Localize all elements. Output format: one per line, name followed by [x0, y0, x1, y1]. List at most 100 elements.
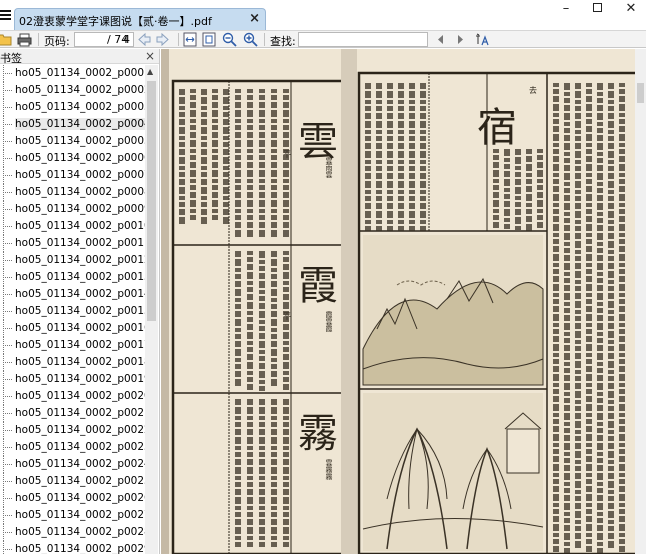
toolbar-separator: [264, 33, 265, 46]
zoom-out-icon[interactable]: [222, 32, 237, 47]
scanned-page-right: 宿 去: [357, 49, 639, 554]
bookmark-label: ho05_01134_0002_p0009.jpg: [15, 203, 145, 215]
find-previous-icon[interactable]: [436, 32, 446, 47]
title-bar: 02澄衷蒙学堂字课图说【贰·卷一】.pdf × – ✕: [0, 0, 646, 30]
previous-page-icon[interactable]: [137, 32, 152, 47]
scrollbar-thumb[interactable]: [637, 83, 644, 103]
bookmark-item[interactable]: ho05_01134_0002_p0012.jpg: [0, 252, 145, 269]
page-total: / 74: [107, 33, 129, 46]
bookmark-label: ho05_01134_0002_p0010.jpg: [15, 220, 145, 232]
headword-wu: 霧: [298, 411, 338, 457]
bookmark-item[interactable]: ho05_01134_0002_p0023.jpg: [0, 439, 145, 456]
bookmark-label: ho05_01134_0002_p0026.jpg: [15, 492, 145, 504]
bookmark-item[interactable]: ho05_01134_0002_p0005.jpg: [0, 133, 145, 150]
fit-width-icon[interactable]: [183, 32, 197, 47]
menu-icon[interactable]: [0, 10, 11, 20]
left-page-scan: 雲 霞 霧 平 平 去 雲雨雲 霞雲霞 雲霧霧: [171, 79, 351, 554]
document-tab-title: 02澄衷蒙学堂字课图说【贰·卷一】.pdf: [19, 15, 212, 28]
bookmark-label: ho05_01134_0002_p0015.jpg: [15, 305, 145, 317]
tab-close-icon[interactable]: ×: [249, 11, 260, 26]
bookmark-item[interactable]: ho05_01134_0002_p0019.jpg: [0, 371, 145, 388]
page-label: 页码:: [44, 35, 70, 48]
bookmark-item[interactable]: ho05_01134_0002_p0002.jpg: [0, 82, 145, 99]
pdf-reader-window: 02澄衷蒙学堂字课图说【贰·卷一】.pdf × – ✕ 页码: 4 / 74 查…: [0, 0, 646, 554]
bookmark-label: ho05_01134_0002_p0006.jpg: [15, 152, 145, 164]
minimize-button[interactable]: –: [551, 0, 581, 18]
bookmark-item[interactable]: ho05_01134_0002_p0029.jpg: [0, 541, 145, 554]
toolbar-separator: [178, 33, 179, 46]
find-input[interactable]: [298, 32, 428, 47]
tone-mark: 去: [529, 85, 537, 95]
bookmark-label: ho05_01134_0002_p0025.jpg: [15, 475, 145, 487]
bookmark-item[interactable]: ho05_01134_0002_p0011.jpg: [0, 235, 145, 252]
bookmark-label: ho05_01134_0002_p0016.jpg: [15, 322, 145, 334]
bookmark-item[interactable]: ho05_01134_0002_p0027.jpg: [0, 507, 145, 524]
bookmark-item[interactable]: ho05_01134_0002_p0001.jpg: [0, 65, 145, 82]
bookmark-item[interactable]: ho05_01134_0002_p0017.jpg: [0, 337, 145, 354]
bookmark-item[interactable]: ho05_01134_0002_p0024.jpg: [0, 456, 145, 473]
variant-forms-wu: 雲霧霧: [325, 459, 333, 481]
bookmark-item[interactable]: ho05_01134_0002_p0004.jpg: [0, 116, 145, 133]
illustration-mountains: [362, 235, 544, 386]
match-case-icon[interactable]: [474, 32, 490, 47]
bookmarks-panel: 书签 × ho05_01134_0002_p0001.jpgho05_01134…: [0, 49, 160, 554]
bookmark-item[interactable]: ho05_01134_0002_p0003.jpg: [0, 99, 145, 116]
headword-su: 宿: [477, 105, 517, 151]
bookmark-item[interactable]: ho05_01134_0002_p0021.jpg: [0, 405, 145, 422]
maximize-button[interactable]: [582, 0, 612, 18]
bookmark-item[interactable]: ho05_01134_0002_p0026.jpg: [0, 490, 145, 507]
tone-mark: 平: [283, 312, 291, 321]
scrollbar-thumb[interactable]: [147, 81, 156, 321]
toolbar-separator: [38, 33, 39, 46]
bookmark-label: ho05_01134_0002_p0020.jpg: [15, 390, 145, 402]
print-icon[interactable]: [17, 32, 32, 47]
bookmarks-scrollbar[interactable]: ▲: [145, 65, 158, 554]
bookmark-item[interactable]: ho05_01134_0002_p0006.jpg: [0, 150, 145, 167]
document-scrollbar[interactable]: [635, 49, 646, 554]
bookmark-label: ho05_01134_0002_p0002.jpg: [15, 84, 145, 96]
bookmark-item[interactable]: ho05_01134_0002_p0022.jpg: [0, 422, 145, 439]
classical-text-columns: [179, 89, 289, 547]
variant-forms-xia: 霞雲霞: [325, 311, 333, 333]
bookmark-label: ho05_01134_0002_p0028.jpg: [15, 526, 145, 538]
bookmark-label: ho05_01134_0002_p0012.jpg: [15, 254, 145, 266]
illustration-willows: [362, 393, 544, 551]
close-icon[interactable]: ×: [145, 49, 155, 63]
document-tab[interactable]: 02澄衷蒙学堂字课图说【贰·卷一】.pdf ×: [14, 8, 266, 30]
bookmark-item[interactable]: ho05_01134_0002_p0008.jpg: [0, 184, 145, 201]
bookmark-item[interactable]: ho05_01134_0002_p0016.jpg: [0, 320, 145, 337]
bookmark-item[interactable]: ho05_01134_0002_p0010.jpg: [0, 218, 145, 235]
find-next-icon[interactable]: [455, 32, 465, 47]
document-viewport[interactable]: 雲 霞 霧 平 平 去 雲雨雲 霞雲霞 雲霧霧 宿 去: [161, 49, 646, 554]
variant-forms-yun: 雲雨雲: [325, 157, 333, 179]
bookmark-label: ho05_01134_0002_p0018.jpg: [15, 356, 145, 368]
next-page-icon[interactable]: [155, 32, 170, 47]
bookmark-label: ho05_01134_0002_p0021.jpg: [15, 407, 145, 419]
bookmark-label: ho05_01134_0002_p0004.jpg: [15, 118, 145, 130]
bookmark-item[interactable]: ho05_01134_0002_p0025.jpg: [0, 473, 145, 490]
bookmark-label: ho05_01134_0002_p0003.jpg: [15, 101, 145, 113]
bookmarks-title: 书签: [0, 52, 22, 65]
bookmark-label: ho05_01134_0002_p0019.jpg: [15, 373, 145, 385]
bookmark-item[interactable]: ho05_01134_0002_p0013.jpg: [0, 269, 145, 286]
close-window-button[interactable]: ✕: [616, 0, 646, 18]
bookmark-label: ho05_01134_0002_p0027.jpg: [15, 509, 145, 521]
scroll-up-icon[interactable]: ▲: [147, 67, 153, 76]
bookmark-item[interactable]: ho05_01134_0002_p0018.jpg: [0, 354, 145, 371]
bookmark-item[interactable]: ho05_01134_0002_p0007.jpg: [0, 167, 145, 184]
bookmark-item[interactable]: ho05_01134_0002_p0009.jpg: [0, 201, 145, 218]
bookmark-label: ho05_01134_0002_p0014.jpg: [15, 288, 145, 300]
bookmark-list: ho05_01134_0002_p0001.jpg ho05_01134_0002…: [0, 65, 145, 554]
bookmark-label: ho05_01134_0002_p0011.jpg: [15, 237, 145, 249]
open-folder-icon[interactable]: [0, 32, 12, 47]
zoom-in-icon[interactable]: [243, 32, 258, 47]
bookmark-label: ho05_01134_0002_p0029.jpg: [15, 543, 145, 554]
bookmark-label: ho05_01134_0002_p0005.jpg: [15, 135, 145, 147]
find-label: 查找:: [270, 35, 296, 48]
bookmark-item[interactable]: ho05_01134_0002_p0020.jpg: [0, 388, 145, 405]
bookmark-item[interactable]: ho05_01134_0002_p0015.jpg: [0, 303, 145, 320]
maximize-icon: [592, 3, 602, 12]
fit-page-icon[interactable]: [202, 32, 216, 47]
bookmark-item[interactable]: ho05_01134_0002_p0014.jpg: [0, 286, 145, 303]
bookmark-item[interactable]: ho05_01134_0002_p0028.jpg: [0, 524, 145, 541]
